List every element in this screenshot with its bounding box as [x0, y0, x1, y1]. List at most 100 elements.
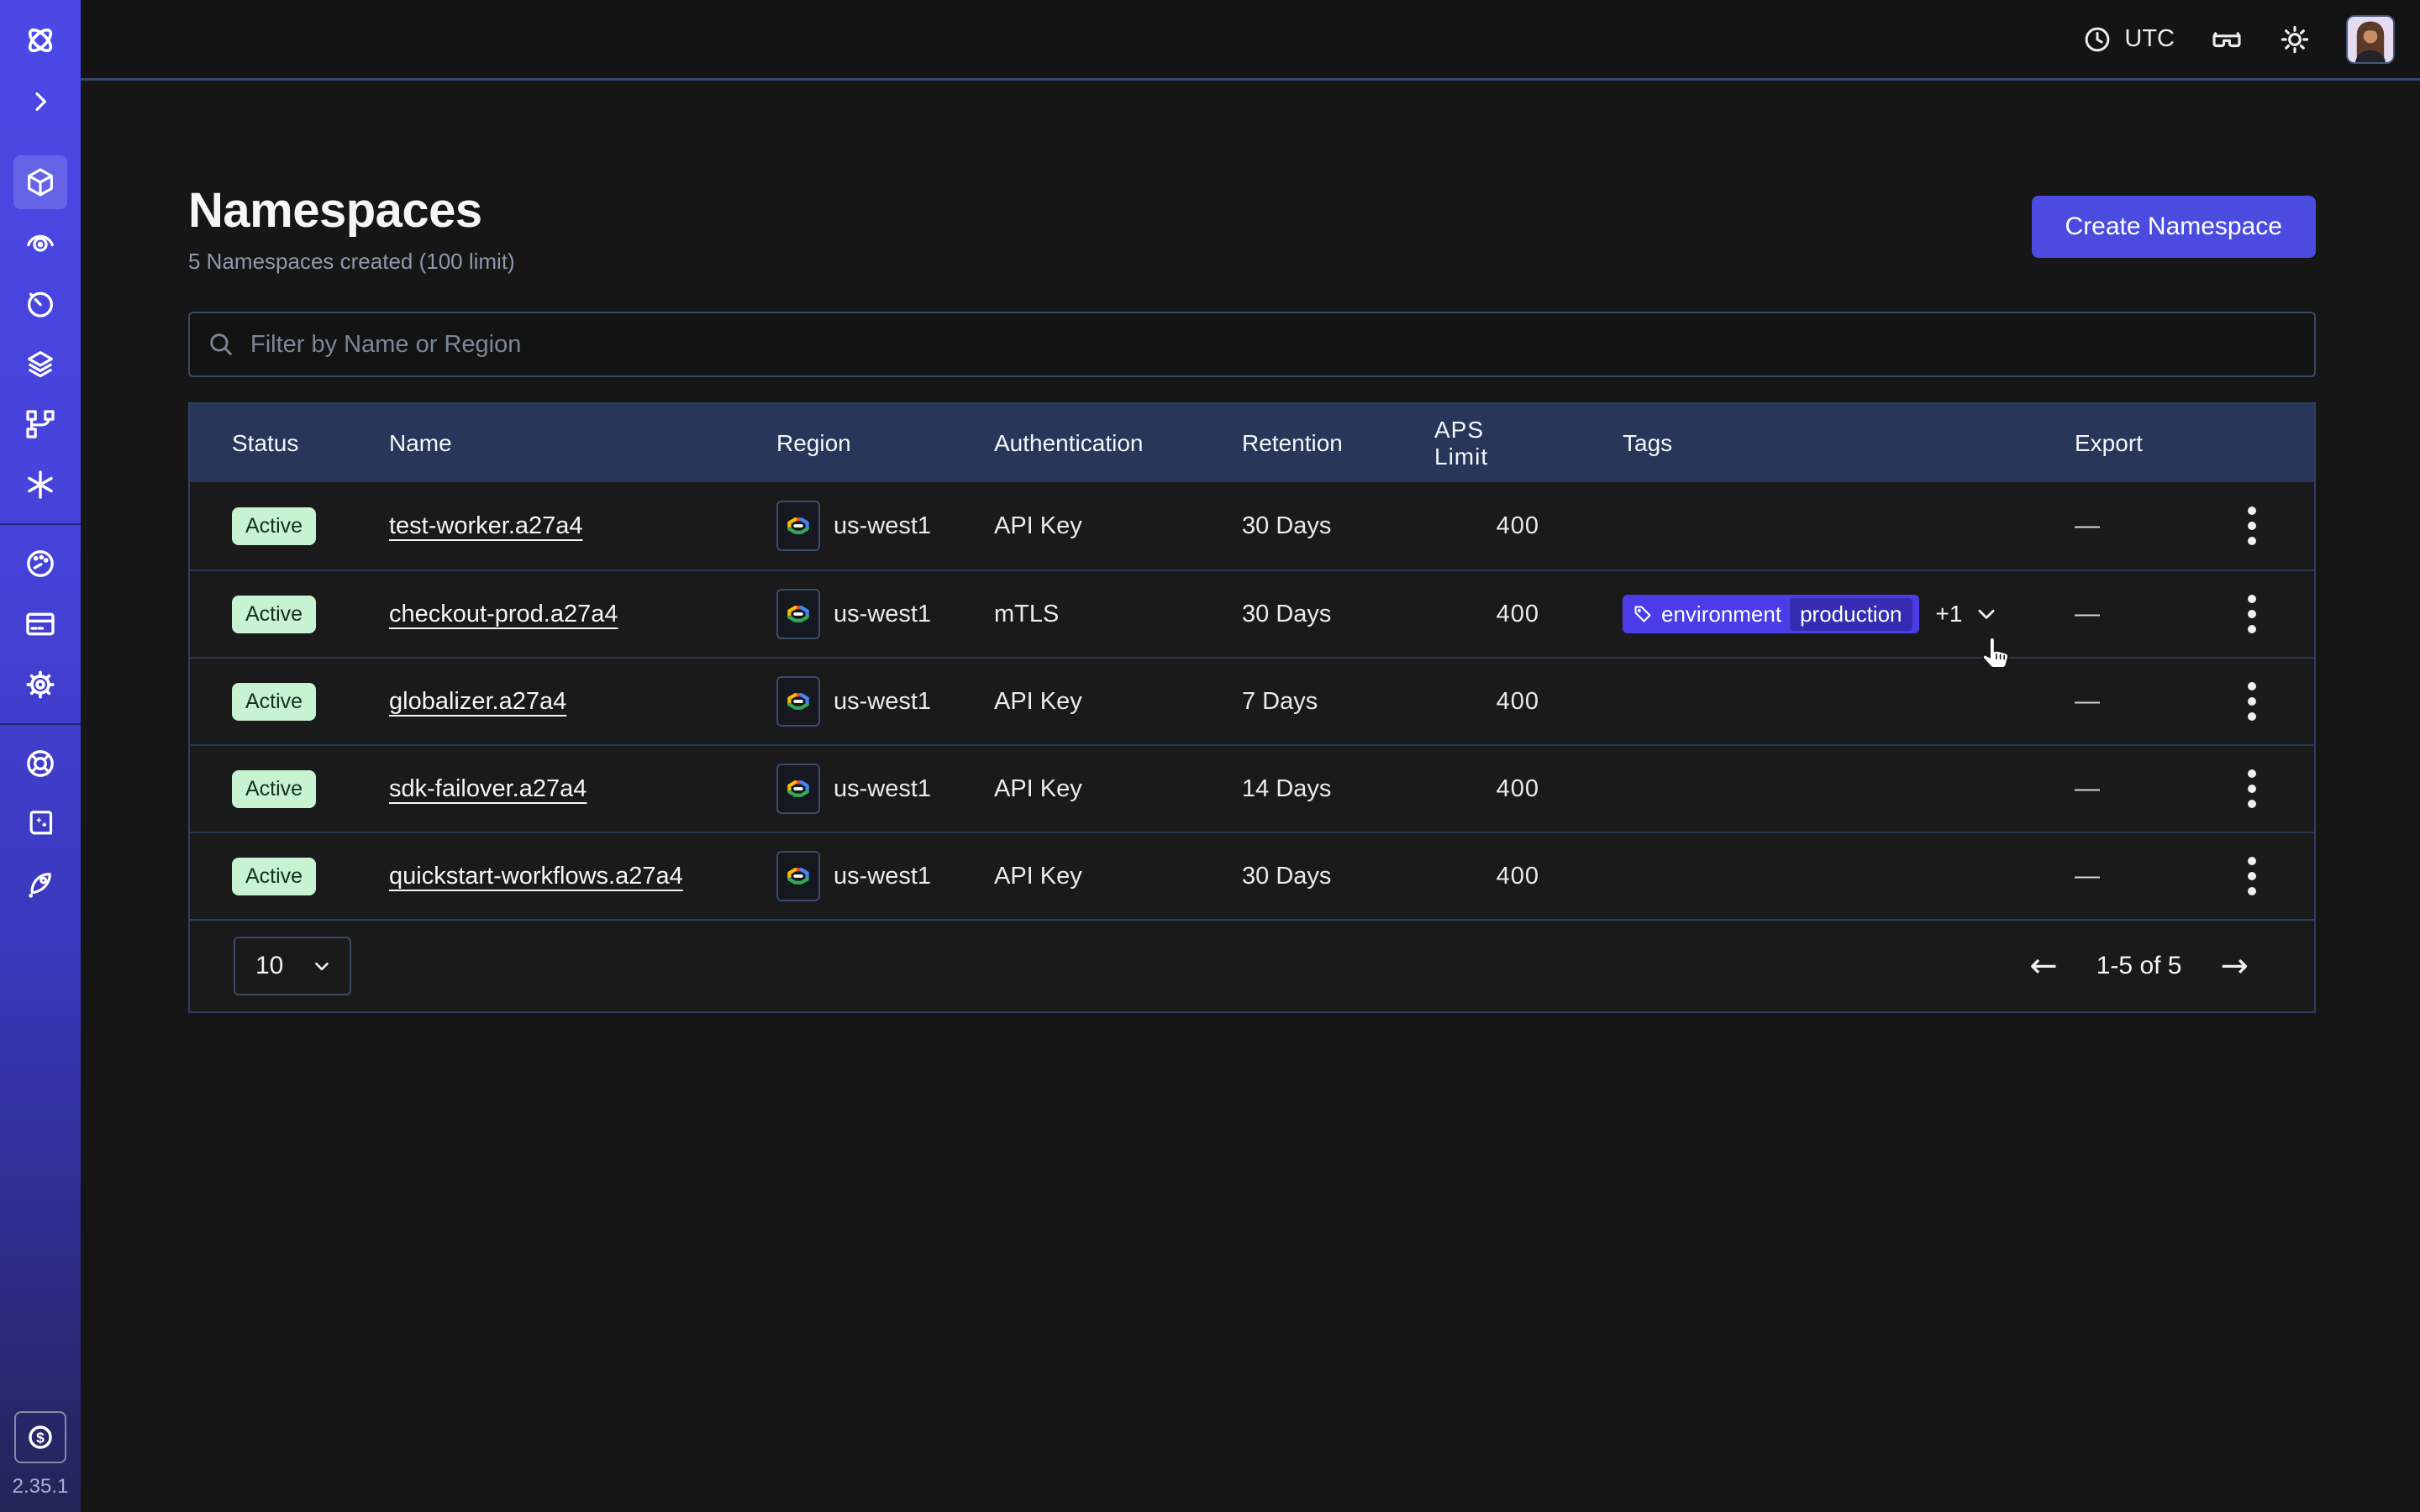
price-badge-icon: $	[24, 1421, 56, 1453]
chevron-down-icon	[311, 955, 333, 977]
aps-limit-value: 400	[1434, 512, 1623, 540]
glasses-icon	[2210, 23, 2244, 56]
tag-icon	[1633, 604, 1653, 624]
column-header-export: Export	[2075, 430, 2190, 457]
auth-value: API Key	[994, 688, 1242, 716]
export-value: —	[2075, 862, 2100, 890]
timezone-selector[interactable]: UTC	[2082, 24, 2175, 55]
status-badge: Active	[232, 858, 316, 895]
export-value: —	[2075, 600, 2100, 628]
status-badge: Active	[232, 596, 316, 633]
namespace-link[interactable]: globalizer.a27a4	[389, 688, 566, 716]
sidebar-divider	[0, 523, 81, 525]
namespace-link[interactable]: test-worker.a27a4	[389, 512, 583, 540]
gear-icon	[24, 668, 57, 701]
avatar[interactable]	[2346, 15, 2395, 64]
table-row: Active checkout-prod.a27a4 us-west1 mTLS…	[190, 570, 2314, 657]
sidebar-item-docs[interactable]	[0, 794, 81, 854]
row-menu-button[interactable]	[2239, 586, 2265, 642]
row-menu-button[interactable]	[2239, 761, 2265, 816]
gauge-icon	[24, 547, 57, 580]
temporal-logo[interactable]	[0, 0, 81, 81]
row-menu-button[interactable]	[2239, 848, 2265, 904]
gcp-icon	[776, 501, 820, 551]
previous-page-button[interactable]: ←	[2029, 949, 2058, 983]
page-title: Namespaces	[188, 182, 515, 239]
column-header-tags: Tags	[1623, 430, 2075, 457]
page-header: Namespaces 5 Namespaces created (100 lim…	[188, 182, 2316, 275]
timezone-label: UTC	[2124, 25, 2175, 53]
sidebar-expand-button[interactable]	[0, 81, 81, 123]
cube-icon	[24, 165, 57, 199]
gcp-icon	[776, 851, 820, 901]
region-label: us-west1	[834, 775, 931, 803]
next-page-button[interactable]: →	[2220, 949, 2249, 983]
svg-text:$: $	[36, 1430, 45, 1446]
tags-more-count: +1	[1936, 601, 1963, 627]
filter-input[interactable]	[250, 331, 2297, 359]
main-content: Namespaces 5 Namespaces created (100 lim…	[81, 83, 2420, 1512]
rocket-icon	[24, 868, 57, 901]
retention-value: 30 Days	[1242, 601, 1434, 628]
status-badge: Active	[232, 770, 316, 808]
gcp-icon	[776, 676, 820, 727]
sun-icon	[2279, 24, 2311, 55]
column-header-authentication: Authentication	[994, 430, 1242, 457]
status-badge: Active	[232, 507, 316, 545]
status-badge: Active	[232, 683, 316, 721]
retention-value: 14 Days	[1242, 775, 1434, 803]
layers-icon	[24, 347, 57, 381]
auth-value: API Key	[994, 863, 1242, 890]
app-version: 2.35.1	[13, 1475, 69, 1499]
search-icon	[207, 330, 235, 359]
column-header-region: Region	[776, 430, 994, 457]
auth-value: mTLS	[994, 601, 1242, 628]
page-size-select[interactable]: 10	[234, 937, 351, 995]
column-header-retention: Retention	[1242, 430, 1434, 457]
sidebar-footer: $ 2.35.1	[0, 1411, 81, 1499]
app-window: $ 2.35.1 UTC	[0, 0, 2420, 1512]
namespace-link[interactable]: quickstart-workflows.a27a4	[389, 863, 683, 890]
create-namespace-button[interactable]: Create Namespace	[2032, 196, 2316, 258]
retention-value: 7 Days	[1242, 688, 1434, 716]
page-title-block: Namespaces 5 Namespaces created (100 lim…	[188, 182, 515, 275]
sidebar-item-support[interactable]	[0, 733, 81, 794]
branch-icon	[24, 407, 57, 441]
labs-toggle-button[interactable]	[2210, 23, 2244, 56]
sidebar-item-batch[interactable]	[0, 333, 81, 394]
tags-expand-button[interactable]	[1974, 601, 1999, 627]
sidebar-item-usage[interactable]	[0, 533, 81, 594]
pricing-button[interactable]: $	[14, 1411, 66, 1463]
sidebar-item-nexus[interactable]	[0, 454, 81, 515]
retention-value: 30 Days	[1242, 863, 1434, 890]
tag-pill[interactable]: environment production	[1623, 595, 1919, 633]
filter-bar	[188, 312, 2316, 377]
region-label: us-west1	[834, 512, 931, 540]
aps-limit-value: 400	[1434, 688, 1623, 716]
namespace-link[interactable]: checkout-prod.a27a4	[389, 601, 618, 628]
pagination-range: 1-5 of 5	[2096, 952, 2182, 980]
row-menu-button[interactable]	[2239, 674, 2265, 729]
lifebuoy-icon	[24, 747, 57, 780]
column-header-name: Name	[389, 430, 776, 457]
billing-card-icon	[24, 607, 57, 641]
auth-value: API Key	[994, 775, 1242, 803]
row-menu-button[interactable]	[2239, 498, 2265, 554]
theme-toggle-button[interactable]	[2279, 24, 2311, 55]
aps-limit-value: 400	[1434, 601, 1623, 628]
auth-value: API Key	[994, 512, 1242, 540]
page-subtitle: 5 Namespaces created (100 limit)	[188, 249, 515, 275]
sidebar-item-getting-started[interactable]	[0, 854, 81, 915]
export-value: —	[2075, 774, 2100, 803]
sidebar-item-billing[interactable]	[0, 594, 81, 654]
sidebar-item-namespaces[interactable]	[0, 152, 81, 213]
topbar: UTC	[81, 0, 2420, 81]
sidebar-item-deployments[interactable]	[0, 394, 81, 454]
sidebar-item-insights[interactable]	[0, 213, 81, 273]
table-header-row: Status Name Region Authentication Retent…	[190, 404, 2314, 482]
sidebar-item-schedules[interactable]	[0, 273, 81, 333]
sidebar-item-settings[interactable]	[0, 654, 81, 715]
tag-value: production	[1790, 598, 1912, 631]
sidebar-divider	[0, 723, 81, 725]
namespace-link[interactable]: sdk-failover.a27a4	[389, 775, 587, 803]
